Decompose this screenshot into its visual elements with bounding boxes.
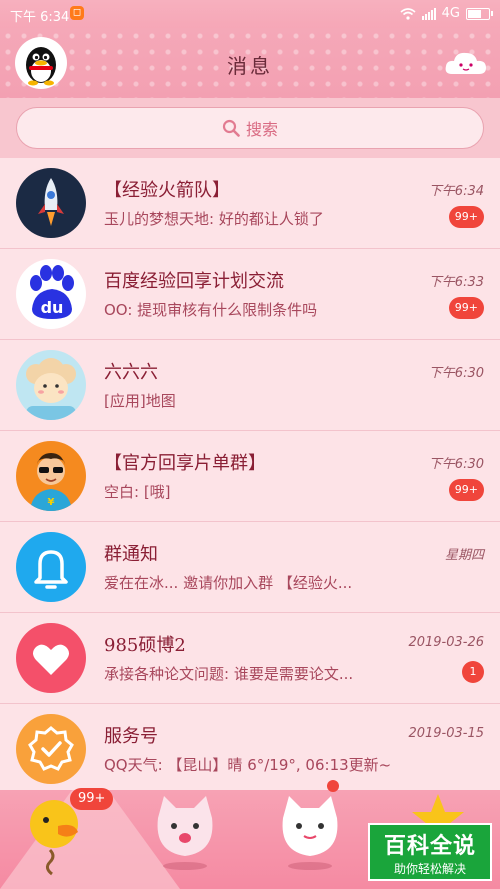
unread-badge: 99+ <box>448 297 484 319</box>
conversation-row[interactable]: 【经验火箭队】 玉儿的梦想天地: 好的都让人锁了 下午6:34 99+ <box>0 158 500 249</box>
header: 消息 <box>0 28 500 98</box>
unread-badge: 99+ <box>448 206 484 228</box>
conversation-preview: 爱在在冰... 邀请你加入群 【经验火... <box>104 574 353 592</box>
conversation-name: 百度经验回享计划交流 <box>104 271 284 292</box>
messages-unread-badge: 99+ <box>70 788 114 810</box>
baidu-paw-icon: du <box>16 259 86 329</box>
service-avatar <box>16 714 86 784</box>
conversation-time: 下午6:34 <box>428 184 484 199</box>
search-input[interactable]: 搜索 <box>16 107 484 149</box>
group-avatar <box>16 623 86 693</box>
conversation-preview: [应用]地图 <box>104 392 176 410</box>
watermark-title: 百科全说 <box>383 833 476 859</box>
conversation-name: 群通知 <box>104 544 158 565</box>
group-avatar <box>16 168 86 238</box>
conversation-name: 服务号 <box>104 726 158 747</box>
new-dot-indicator <box>327 780 339 792</box>
signal-icon <box>421 7 436 20</box>
bell-icon <box>16 532 86 602</box>
watermark-subtitle: 助你轻松解决 <box>393 861 466 876</box>
conversation-preview: 玉儿的梦想天地: 好的都让人锁了 <box>104 210 324 228</box>
group-notification-avatar <box>16 532 86 602</box>
conversation-preview: OO: 提现审核有什么限制条件吗 <box>104 301 318 319</box>
puppy-icon <box>16 350 86 420</box>
svg-text:du: du <box>41 298 64 317</box>
group-avatar: ¥ <box>16 441 86 511</box>
conversation-row[interactable]: 群通知 爱在在冰... 邀请你加入群 【经验火... 星期四 <box>0 522 500 613</box>
conversation-time: 2019-03-26 <box>408 635 484 650</box>
conversation-time: 星期四 <box>444 548 484 563</box>
conversation-row[interactable]: ¥ 【官方回享片单群】 空白: [哦] 下午6:30 99+ <box>0 431 500 522</box>
conversation-name: 【官方回享片单群】 <box>104 453 266 474</box>
unread-badge: 1 <box>462 661 484 683</box>
status-bar: 下午 6:34 ◻ 4G <box>0 0 500 28</box>
search-icon <box>222 119 240 137</box>
contact-avatar <box>16 350 86 420</box>
tab-dynamic[interactable] <box>275 790 345 889</box>
conversation-row[interactable]: 服务号 QQ天气: 【昆山】晴 6°/19°, 06:13更新~ 2019-03… <box>0 704 500 795</box>
conversation-preview: 承接各种论文问题: 谁要是需要论文... <box>104 665 354 683</box>
conversation-name: 985硕博2 <box>104 635 186 656</box>
page-title: 消息 <box>227 54 273 78</box>
status-time: 下午 6:34 <box>10 10 70 25</box>
conversation-preview: QQ天气: 【昆山】晴 6°/19°, 06:13更新~ <box>104 756 392 774</box>
search-placeholder: 搜索 <box>245 120 278 139</box>
notification-icon: ◻ <box>70 6 84 20</box>
cloud-button[interactable] <box>444 48 488 78</box>
conversation-time: 下午6:30 <box>428 366 484 381</box>
battery-icon <box>466 7 493 20</box>
group-avatar: du <box>16 259 86 329</box>
network-type: 4G <box>441 6 460 21</box>
conversation-row[interactable]: du 百度经验回享计划交流 OO: 提现审核有什么限制条件吗 下午6:33 99… <box>0 249 500 340</box>
heart-icon <box>16 623 86 693</box>
pink-cat-icon <box>157 796 213 870</box>
conversation-row[interactable]: 985硕博2 承接各种论文问题: 谁要是需要论文... 2019-03-26 1 <box>0 613 500 704</box>
conversation-time: 下午6:30 <box>428 457 484 472</box>
white-cat-icon <box>282 796 338 870</box>
verified-badge-icon <box>16 714 86 784</box>
watermark-logo: 百科全说 助你轻松解决 <box>368 823 492 881</box>
conversation-preview: 空白: [哦] <box>104 483 171 501</box>
conversation-time: 2019-03-15 <box>408 726 484 741</box>
cloud-icon <box>445 52 486 74</box>
unread-badge: 99+ <box>448 479 484 501</box>
wifi-icon <box>400 7 416 20</box>
conversation-name: 六六六 <box>104 362 158 383</box>
conversation-list: 【经验火箭队】 玉儿的梦想天地: 好的都让人锁了 下午6:34 99+ du 百… <box>0 158 500 795</box>
svg-text:¥: ¥ <box>48 497 55 508</box>
rocket-icon <box>16 168 86 238</box>
conversation-name: 【经验火箭队】 <box>104 180 230 201</box>
conversation-time: 下午6:33 <box>428 275 484 290</box>
cartoon-man-icon: ¥ <box>16 441 86 511</box>
search-bar-area: 搜索 <box>0 98 500 158</box>
conversation-row[interactable]: 六六六 [应用]地图 下午6:30 <box>0 340 500 431</box>
tab-contacts[interactable] <box>150 790 220 889</box>
